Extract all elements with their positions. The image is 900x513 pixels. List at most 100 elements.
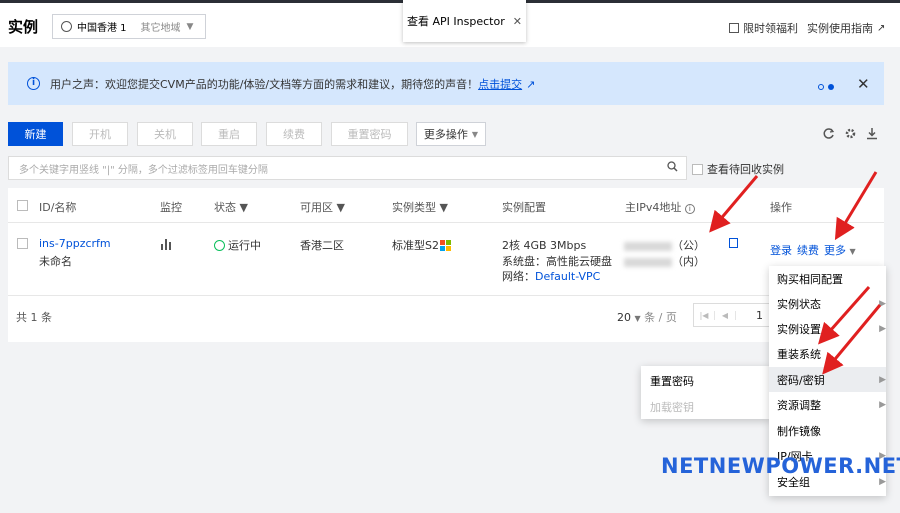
chevron-right-icon: ▶: [879, 323, 886, 334]
page-title: 实例: [8, 18, 39, 36]
page-size-selector[interactable]: 20 ▼ 条 / 页: [617, 309, 677, 325]
zone-value: 香港二区: [300, 239, 344, 252]
recycle-label: 查看待回收实例: [707, 163, 784, 176]
refresh-icon[interactable]: [822, 127, 835, 140]
banner-pager: [818, 80, 838, 93]
menu-item-label: 购买相同配置: [777, 272, 843, 286]
config-line1: 2核 4GB 3Mbps: [502, 239, 587, 252]
header-status-label: 状态: [214, 201, 236, 214]
filter-icon[interactable]: ▼: [240, 201, 248, 214]
more-actions-button[interactable]: 更多操作 ▼: [416, 122, 486, 146]
pager-dot-inactive[interactable]: [818, 84, 824, 90]
header-type[interactable]: 实例类型 ▼: [392, 199, 448, 215]
password-key-submenu: 重置密码 加载密钥: [641, 366, 770, 419]
reset-password-button[interactable]: 重置密码: [331, 122, 408, 146]
load-key-item[interactable]: 加载密钥: [650, 399, 694, 415]
instance-table: ID/名称 监控 状态 ▼ 可用区 ▼ 实例类型 ▼ 实例配置 主IPv4地址 …: [8, 188, 884, 342]
menu-item-instance-status[interactable]: 实例状态 ▶: [769, 291, 886, 316]
running-icon: [214, 239, 225, 251]
restart-button[interactable]: 重启: [201, 122, 257, 146]
header-monitor: 监控: [160, 201, 182, 214]
windows-logo-icon: [439, 239, 451, 251]
limited-offer-link[interactable]: 限时领福利: [729, 20, 798, 36]
private-ip-suffix: （内）: [672, 255, 705, 268]
instance-id-link[interactable]: ins-7ppzcrfm: [39, 237, 111, 250]
renew-link[interactable]: 续费: [797, 242, 819, 258]
api-inspector-label: 查看 API Inspector: [407, 15, 505, 28]
banner-message: 用户之声：欢迎您提交CVM产品的功能/体验/文档等方面的需求和建议，期待您的声音…: [50, 76, 535, 92]
public-ip-suffix: （公）: [672, 239, 705, 252]
page-size-unit: 条 / 页: [644, 311, 677, 324]
search-icon[interactable]: [667, 161, 678, 172]
recycle-filter[interactable]: 查看待回收实例: [692, 161, 784, 177]
region-selector[interactable]: 中国香港 1 其它地域 ▼: [52, 14, 206, 39]
download-icon[interactable]: [866, 127, 878, 140]
more-link-label: 更多: [824, 244, 846, 257]
menu-item-resource-adjust[interactable]: 资源调整 ▶: [769, 392, 886, 417]
header-actions: 操作: [770, 201, 792, 214]
watermark: NETNEWPOWER.NET: [661, 454, 900, 478]
chevron-down-icon: ▼: [471, 129, 479, 139]
public-ip: （公）: [624, 237, 705, 253]
config-line2: 系统盘：高性能云硬盘: [502, 255, 612, 268]
header-ipv4: 主IPv4地址 i: [625, 199, 695, 215]
reset-password-item[interactable]: 重置密码: [650, 373, 694, 389]
menu-item-reinstall[interactable]: 重装系统: [769, 341, 886, 366]
chevron-down-icon: ▼: [186, 21, 194, 32]
chevron-right-icon: ▶: [879, 298, 886, 309]
row-checkbox[interactable]: [17, 238, 28, 249]
usage-guide-link[interactable]: 实例使用指南 ↗: [807, 20, 885, 36]
feedback-banner: i 用户之声：欢迎您提交CVM产品的功能/体验/文档等方面的需求和建议，期待您的…: [8, 62, 884, 105]
status-running: 运行中: [214, 237, 261, 253]
chevron-down-icon: ▼: [849, 247, 856, 256]
api-inspector-tab[interactable]: 查看 API Inspector ✕: [403, 0, 526, 42]
monitor-chart-icon[interactable]: [161, 239, 173, 250]
chevron-right-icon: ▶: [879, 476, 886, 487]
menu-item-create-image[interactable]: 制作镜像: [769, 418, 886, 443]
renew-button[interactable]: 续费: [266, 122, 322, 146]
gift-icon: [729, 23, 739, 33]
redacted-ip: [624, 241, 672, 251]
new-button[interactable]: 新建: [8, 122, 63, 146]
more-actions-label: 更多操作: [423, 128, 468, 141]
chevron-right-icon: ▶: [879, 374, 886, 385]
pagination: |◀ ◀ 1: [693, 303, 779, 327]
header-zone[interactable]: 可用区 ▼: [300, 199, 345, 215]
menu-item-label: 制作镜像: [777, 424, 821, 438]
globe-icon: [61, 21, 72, 32]
filter-icon[interactable]: ▼: [440, 201, 448, 214]
header-ipv4-label: 主IPv4地址: [625, 201, 682, 214]
page-size-value: 20: [617, 311, 631, 324]
config-line3: 网络：Default-VPC: [502, 268, 600, 284]
start-button[interactable]: 开机: [72, 122, 128, 146]
gear-icon[interactable]: [844, 127, 857, 140]
divider: [8, 295, 884, 296]
close-icon[interactable]: ✕: [857, 75, 870, 93]
external-link-icon: ↗: [877, 22, 886, 34]
first-page-icon[interactable]: |◀: [694, 310, 715, 320]
instance-name: 未命名: [39, 255, 72, 268]
header-status[interactable]: 状态 ▼: [214, 199, 248, 215]
prev-page-icon[interactable]: ◀: [715, 310, 736, 320]
menu-item-instance-settings[interactable]: 实例设置 ▶: [769, 316, 886, 341]
page-number-input[interactable]: 1: [756, 309, 763, 322]
login-link[interactable]: 登录: [770, 242, 792, 258]
close-icon[interactable]: ✕: [513, 15, 522, 28]
banner-submit-link[interactable]: 点击提交: [478, 78, 522, 91]
help-icon[interactable]: i: [684, 204, 695, 214]
divider: [8, 222, 884, 223]
menu-item-password-key[interactable]: 密码/密钥 ▶: [769, 367, 886, 392]
vpc-link[interactable]: Default-VPC: [535, 270, 600, 283]
search-input[interactable]: 多个关键字用竖线 "|" 分隔，多个过滤标签用回车键分隔: [8, 156, 687, 180]
pager-dot-active[interactable]: [828, 84, 834, 90]
copy-icon[interactable]: [729, 238, 738, 248]
redacted-ip: [624, 257, 672, 267]
banner-text: 用户之声：欢迎您提交CVM产品的功能/体验/文档等方面的需求和建议，期待您的声音…: [50, 77, 479, 91]
filter-icon[interactable]: ▼: [337, 201, 345, 214]
chevron-right-icon: ▶: [879, 399, 886, 410]
more-link[interactable]: 更多 ▼: [824, 242, 856, 258]
stop-button[interactable]: 关机: [137, 122, 193, 146]
select-all-checkbox[interactable]: [17, 200, 28, 211]
recycle-checkbox[interactable]: [692, 163, 703, 175]
menu-item-buy-same[interactable]: 购买相同配置: [769, 266, 886, 291]
